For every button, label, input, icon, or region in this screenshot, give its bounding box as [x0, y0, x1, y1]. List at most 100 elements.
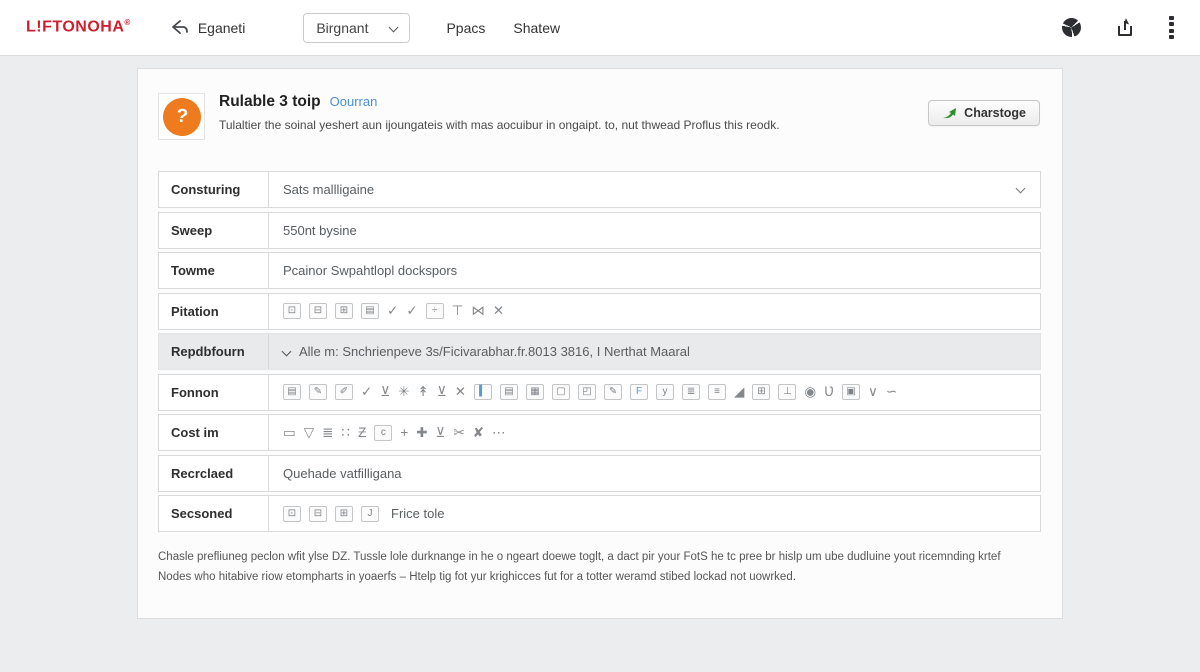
anchor-box-icon[interactable]: ⊥	[778, 384, 796, 400]
check-icon[interactable]: ✓	[406, 304, 417, 318]
card-icon[interactable]: ⊞	[335, 303, 353, 319]
funnel-icon[interactable]: Ʋ	[824, 385, 834, 399]
form-table: ConsturingSats mallligaineSweep550nt bys…	[158, 171, 1041, 536]
divide-box-icon[interactable]: ÷	[426, 303, 444, 319]
doc-box-icon[interactable]: ▣	[842, 384, 860, 400]
row-value[interactable]: ▤ ✎ ✐ ✓ ⊻ ✳ ↟ ⊻ ✕ ▍ ▤ ▦ ▢ ◰ ✎ Fy ≣ ≡ ◢ ⊞ ⊥ ◉ Ʋ ▣ ∨ ∽	[269, 375, 1040, 410]
table-row: RecrclaedQuehade vatfilligana	[158, 455, 1041, 492]
row-label: Repdbfourn	[159, 334, 269, 369]
row-value-text: Quehade vatfilligana	[283, 466, 402, 481]
plus-icon[interactable]: +	[400, 426, 408, 440]
table-row: Cost im ▭ ▽ ≣ ∷ Ƶc + ✚ ⊻ ✂ ✘ ⋯	[158, 414, 1041, 451]
row-label: Fonnon	[159, 375, 269, 410]
check-icon[interactable]: ✓	[387, 304, 398, 318]
row-value[interactable]: Pcainor Swpahtlopl dockspors	[269, 253, 1040, 288]
pen-link-icon[interactable]: ✐	[335, 384, 353, 400]
lines-icon[interactable]: ≣	[682, 384, 700, 400]
page-title: Rulable 3 toip	[219, 93, 321, 111]
card-icon[interactable]: ⊡	[283, 506, 301, 522]
row-value[interactable]: Quehade vatfilligana	[269, 456, 1040, 491]
row-label: Sweep	[159, 213, 269, 248]
underset-icon[interactable]: ⊻	[436, 426, 446, 440]
nav-item-shatew[interactable]: Shatew	[513, 20, 560, 36]
image-icon[interactable]: ▦	[526, 384, 544, 400]
footnote: Chasle prefliuneg peclon wfit ylse DZ. T…	[158, 547, 1043, 587]
c-box-icon[interactable]: c	[374, 425, 392, 441]
dash-icon[interactable]: ∽	[886, 385, 897, 399]
row-value[interactable]: Alle m: Snchrienpeve 3s/Ficivarabhar.fr.…	[269, 334, 1040, 369]
footnote-line-2: Nodes who hitabive riow etompharts in yo…	[158, 567, 1043, 587]
cross-icon[interactable]: ✘	[473, 426, 484, 440]
asterisk-icon[interactable]: ✳	[398, 385, 409, 399]
underset-icon[interactable]: ⊻	[437, 385, 447, 399]
target-icon[interactable]: ◉	[804, 385, 816, 399]
row-value-text: Pcainor Swpahtlopl dockspors	[283, 263, 457, 278]
row-value[interactable]: Sats mallligaine	[269, 172, 1040, 207]
row-value-text: Alle m: Snchrienpeve 3s/Ficivarabhar.fr.…	[299, 344, 690, 359]
row-value[interactable]: ⊡ ⊟ ⊞ ▤ ✓ ✓ ÷ ⊤ ⋈ ✕	[269, 294, 1040, 329]
green-arrow-icon	[942, 107, 957, 120]
back-arrow-icon	[171, 19, 190, 36]
row-value[interactable]: ⊡⊟⊞JFrice tole	[269, 496, 1040, 531]
signature-icon[interactable]: Ƶ	[358, 426, 366, 440]
row-label: Consturing	[159, 172, 269, 207]
dropdown-value: Birgnant	[316, 20, 368, 36]
mirror-icon[interactable]: ⋈	[471, 304, 485, 318]
card-icon[interactable]: ⊟	[309, 506, 327, 522]
table-row: Towme Pcainor Swpahtlopl dockspors	[158, 252, 1041, 289]
text-height-icon[interactable]: ⊤	[452, 304, 464, 318]
close-icon[interactable]: ✕	[455, 385, 466, 399]
format-y-icon[interactable]: y	[656, 384, 674, 400]
share-icon[interactable]	[1115, 17, 1135, 38]
table-row: ConsturingSats mallligaine	[158, 171, 1041, 208]
rect-icon[interactable]: ▭	[283, 426, 296, 440]
brand-logo[interactable]: L!FTONOHA®	[26, 18, 131, 36]
charstoge-button-label: Charstoge	[964, 106, 1026, 120]
back-label: Eganeti	[198, 20, 245, 36]
row-label: Towme	[159, 253, 269, 288]
anchor-icon[interactable]: ↟	[418, 385, 429, 399]
card-icon[interactable]: ⊡	[283, 303, 301, 319]
row-label: Cost im	[159, 415, 269, 450]
format-f-icon[interactable]: F	[630, 384, 648, 400]
underset-icon[interactable]: ⊻	[380, 385, 390, 399]
plus-bold-icon[interactable]: ✚	[416, 426, 427, 440]
lines-icon[interactable]: ≡	[708, 384, 726, 400]
pen-icon[interactable]: ✎	[604, 384, 622, 400]
brush-icon[interactable]: ◢	[734, 385, 744, 399]
help-badge: ?	[158, 93, 205, 140]
card-icon[interactable]: ⊟	[309, 303, 327, 319]
table-plus-icon[interactable]: ⊞	[752, 384, 770, 400]
back-nav[interactable]: Eganeti	[171, 19, 273, 36]
triangle-icon[interactable]: ▽	[304, 426, 314, 440]
chevron-down-icon	[1016, 183, 1026, 193]
kebab-menu-icon[interactable]	[1169, 16, 1174, 40]
table-row: Secsoned⊡⊟⊞JFrice tole	[158, 495, 1041, 532]
close-icon[interactable]: ✕	[493, 304, 504, 318]
row-value[interactable]: 550nt bysine	[269, 213, 1040, 248]
card-icon[interactable]: ⊞	[335, 506, 353, 522]
blank-box-icon[interactable]: ▢	[552, 384, 570, 400]
scissors-icon[interactable]: ✂	[453, 426, 464, 440]
globe-icon[interactable]	[1062, 18, 1081, 37]
footnote-line-1: Chasle prefliuneg peclon wfit ylse DZ. T…	[158, 547, 1043, 567]
check-icon[interactable]: ✓	[361, 385, 372, 399]
charstoge-button[interactable]: Charstoge	[928, 100, 1040, 126]
grid-dots-icon[interactable]: ∷	[341, 426, 350, 440]
blue-bar-icon[interactable]: ▍	[474, 384, 492, 400]
row-label: Secsoned	[159, 496, 269, 531]
row-value[interactable]: ▭ ▽ ≣ ∷ Ƶc + ✚ ⊻ ✂ ✘ ⋯	[269, 415, 1040, 450]
nav-item-ppacs[interactable]: Ppacs	[446, 20, 485, 36]
card-icon[interactable]: ▤	[500, 384, 518, 400]
variant-dropdown[interactable]: Birgnant	[303, 13, 410, 43]
chevron-down-icon[interactable]: ∨	[868, 385, 878, 399]
ellipsis-icon[interactable]: ⋯	[492, 426, 506, 440]
card-icon[interactable]: ▤	[283, 384, 301, 400]
table-row: Fonnon ▤ ✎ ✐ ✓ ⊻ ✳ ↟ ⊻ ✕ ▍ ▤ ▦ ▢ ◰ ✎ Fy ≣ ≡ ◢ ⊞ ⊥ ◉ Ʋ ▣ ∨ ∽	[158, 374, 1041, 411]
pen-icon[interactable]: ✎	[309, 384, 327, 400]
corner-box-icon[interactable]: ◰	[578, 384, 596, 400]
lines-icon[interactable]: ≣	[322, 426, 333, 440]
page-icon[interactable]: ▤	[361, 303, 379, 319]
bracket-icon[interactable]: J	[361, 506, 379, 522]
title-link[interactable]: Oourran	[330, 94, 378, 109]
